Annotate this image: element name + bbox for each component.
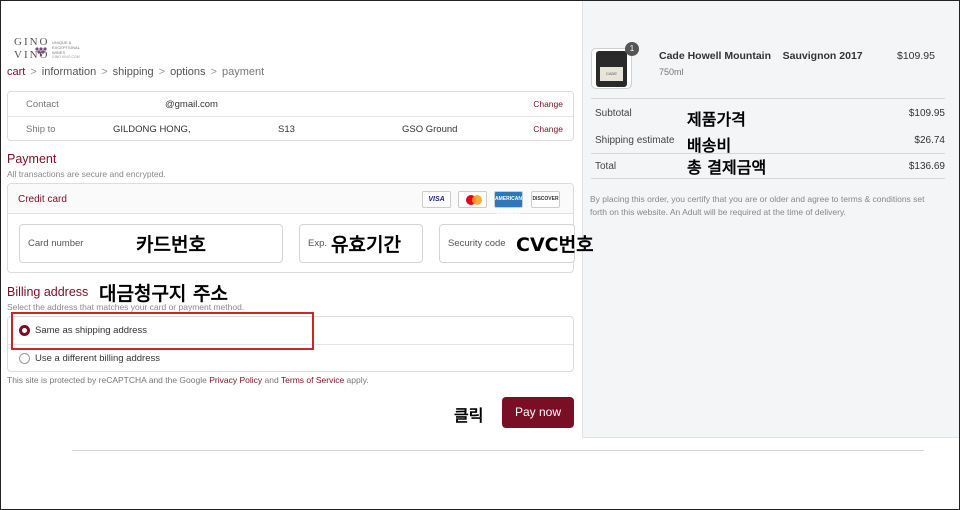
security-code-placeholder: Security code xyxy=(448,238,506,249)
ship-to-name: GILDONG HONG, xyxy=(113,124,191,135)
highlight-box xyxy=(11,312,314,350)
recaptcha-notice: This site is protected by reCAPTCHA and … xyxy=(7,375,369,385)
contact-label: Contact xyxy=(26,99,59,110)
ship-to-row: Ship to GILDONG HONG, S13 GSO Ground Cha… xyxy=(8,117,573,142)
annotation-subtotal: 제품가격 xyxy=(687,110,746,129)
radio-unselected-icon[interactable] xyxy=(19,353,30,364)
breadcrumb-separator: > xyxy=(30,66,37,78)
legal-notice: By placing this order, you certify that … xyxy=(590,194,925,217)
product-thumbnail: CADE xyxy=(591,48,632,89)
breadcrumb-options[interactable]: options xyxy=(170,66,205,78)
annotation-expiry: 유효기간 xyxy=(331,234,401,256)
product-name: Cade Howell Mountain Sauvignon 2017 xyxy=(659,50,863,62)
subtotal-value: $109.95 xyxy=(908,108,945,119)
quantity-badge: 1 xyxy=(625,42,639,56)
contact-change-link[interactable]: Change xyxy=(533,99,563,109)
recaptcha-and: and xyxy=(262,375,281,385)
order-summary-panel xyxy=(582,1,959,438)
contact-row: Contact @gmail.com Change xyxy=(8,92,573,117)
recaptcha-prefix: This site is protected by reCAPTCHA and … xyxy=(7,375,210,385)
expiry-placeholder: Exp. xyxy=(308,238,328,249)
privacy-policy-link[interactable]: Privacy Policy xyxy=(209,375,262,385)
payment-heading: Payment xyxy=(7,152,57,166)
billing-option-different-label: Use a different billing address xyxy=(35,353,160,364)
breadcrumb-payment: payment xyxy=(221,66,265,78)
product-price: $109.95 xyxy=(897,50,935,62)
discover-icon: DISCOVER xyxy=(531,191,560,208)
annotation-billing: 대금청구지 주소 xyxy=(99,283,228,305)
divider xyxy=(591,98,945,99)
amex-icon: AMERICAN EXPRESS xyxy=(494,191,523,217)
pay-now-button[interactable]: Pay now xyxy=(502,397,574,428)
ship-to-change-link[interactable]: Change xyxy=(533,124,563,134)
divider xyxy=(591,178,945,179)
logo-tagline: UNIQUE & EXCEPTIONAL WINES xyxy=(52,40,80,55)
contact-summary: Contact @gmail.com Change Ship to GILDON… xyxy=(7,91,574,141)
divider xyxy=(591,153,945,154)
store-logo[interactable]: GINO VINO UNIQUE & EXCEPTIONAL WINES GIN… xyxy=(14,36,104,66)
annotation-card-number: 카드번호 xyxy=(136,234,206,256)
shipping-estimate-value: $26.74 xyxy=(914,135,945,146)
breadcrumb: cart > information > shipping > options > paymen… xyxy=(7,66,264,78)
terms-of-service-link[interactable]: Terms of Service xyxy=(281,375,344,385)
breadcrumb-separator: > xyxy=(210,66,217,78)
total-label: Total xyxy=(595,161,617,172)
credit-card-label: Credit card xyxy=(18,194,67,205)
billing-heading: Billing address xyxy=(7,285,89,299)
total-value: $136.69 xyxy=(908,161,945,172)
credit-card-header[interactable]: Credit card VISA AMERICAN EXPRESS DISCOV… xyxy=(8,184,573,217)
bottle-label: CADE xyxy=(600,67,623,81)
breadcrumb-separator: > xyxy=(158,66,166,78)
logo-tagline-2: GINO VINO.COM xyxy=(52,55,80,59)
annotation-cvc: CVC번호 xyxy=(516,234,594,256)
visa-icon: VISA xyxy=(422,191,451,208)
annotation-total: 총 결제금액 xyxy=(687,158,767,177)
wine-bottle-icon: CADE xyxy=(596,51,627,87)
card-number-placeholder: Card number xyxy=(28,238,84,249)
breadcrumb-information[interactable]: information xyxy=(42,66,96,78)
payment-subtitle: All transactions are secure and encrypte… xyxy=(7,169,166,179)
breadcrumb-cart[interactable]: cart xyxy=(7,66,25,78)
ship-to-label: Ship to xyxy=(26,124,56,135)
annotation-click: 클릭 xyxy=(454,406,484,425)
footer-divider xyxy=(72,450,924,451)
ship-to-code: S13 xyxy=(278,124,295,135)
subtotal-label: Subtotal xyxy=(595,108,632,119)
breadcrumb-separator: > xyxy=(101,66,108,78)
product-volume: 750ml xyxy=(659,67,684,77)
ship-to-method: GSO Ground xyxy=(402,124,458,135)
breadcrumb-shipping[interactable]: shipping xyxy=(113,66,154,78)
contact-value: @gmail.com xyxy=(165,99,218,110)
logo-text-vino: VINO xyxy=(14,49,50,61)
recaptcha-suffix: apply. xyxy=(344,375,369,385)
shipping-estimate-label: Shipping estimate xyxy=(595,135,675,146)
credit-card-panel: Credit card VISA AMERICAN EXPRESS DISCOV… xyxy=(7,183,575,273)
mastercard-icon xyxy=(458,191,487,208)
